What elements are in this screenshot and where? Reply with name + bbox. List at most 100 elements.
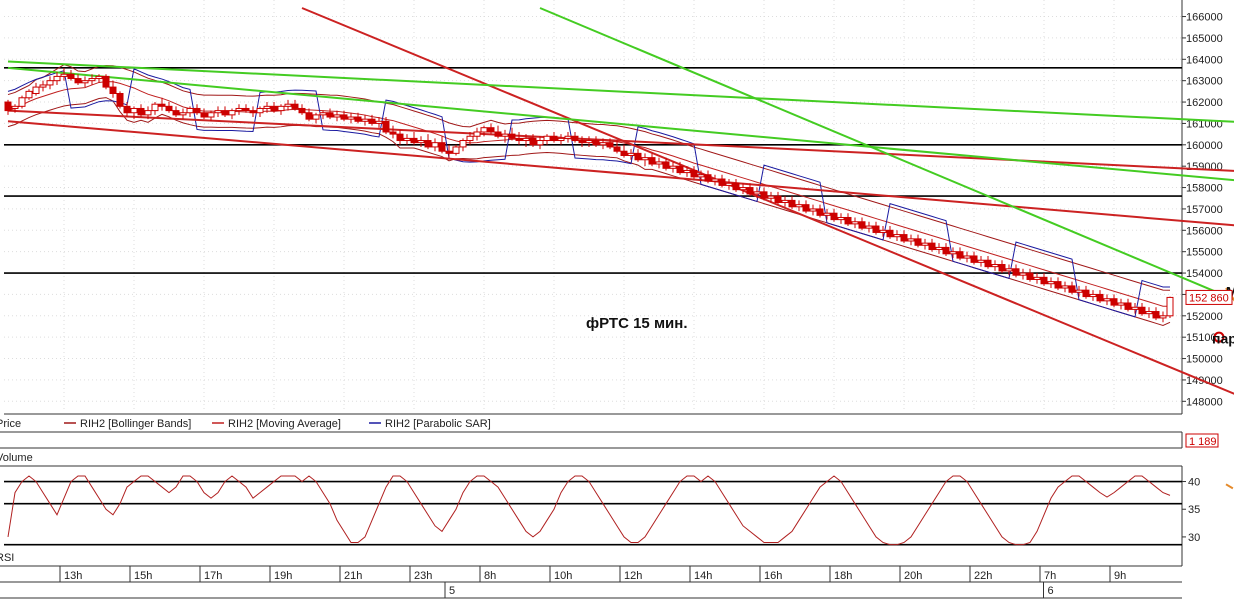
candle-body — [361, 118, 369, 122]
candle-body — [718, 178, 726, 186]
candle-body — [452, 146, 460, 154]
candle-body — [970, 255, 978, 263]
candle-body — [536, 140, 544, 146]
candle-body — [627, 152, 635, 156]
candle-body — [1012, 268, 1020, 276]
candle-body — [613, 146, 621, 152]
candle-body — [606, 142, 614, 148]
candle-body — [95, 75, 103, 80]
candle-body — [711, 178, 719, 182]
candle-body — [858, 221, 866, 229]
candle-body — [963, 255, 971, 259]
hour-label: 9h — [1114, 570, 1126, 582]
candle-body — [284, 103, 292, 107]
candle-body — [347, 116, 355, 120]
candle-body — [802, 204, 810, 212]
background — [0, 0, 1234, 601]
candle-body — [991, 264, 999, 268]
candle-body — [515, 137, 523, 142]
candle-body — [263, 105, 271, 109]
candle-body — [592, 140, 600, 146]
candle-body — [403, 137, 411, 142]
candle-body — [480, 127, 488, 133]
candle-body — [879, 229, 887, 233]
candle-body — [88, 78, 96, 82]
candle-body — [410, 137, 418, 144]
candle-body — [585, 140, 593, 144]
candle-body — [109, 86, 117, 95]
price-tick-label: 160000 — [1186, 140, 1223, 152]
candle-body — [732, 182, 740, 191]
candle-body — [746, 187, 754, 195]
candle-body — [487, 127, 495, 133]
rsi-tick-label: 35 — [1188, 504, 1200, 516]
candle-body — [1019, 272, 1027, 276]
candle-body — [494, 131, 502, 137]
candle-body — [550, 135, 558, 142]
candle-body — [914, 238, 922, 246]
candle-body — [4, 101, 12, 112]
hour-label: 18h — [834, 570, 852, 582]
candle-body — [1117, 302, 1125, 306]
candle-body — [655, 161, 663, 165]
candle-body — [851, 221, 859, 225]
candle-body — [522, 137, 530, 142]
candle-body — [228, 110, 236, 116]
candle-body — [998, 264, 1006, 272]
candle-body — [508, 133, 516, 139]
candle-body — [354, 116, 362, 122]
candle-body — [46, 80, 54, 86]
candle-body — [1047, 281, 1055, 285]
candle-body — [193, 107, 201, 114]
price-tick-label: 155000 — [1186, 247, 1223, 259]
day-label: 6 — [1048, 585, 1054, 597]
candle-body — [956, 251, 964, 259]
price-tick-label: 166000 — [1186, 12, 1223, 24]
candle-body — [662, 161, 670, 169]
rsi-tick-label: 40 — [1188, 477, 1200, 489]
candle-body — [823, 212, 831, 216]
candle-body — [11, 105, 19, 109]
candle-body — [529, 137, 537, 146]
candle-body — [1110, 298, 1118, 306]
last-price-label: 152 860 — [1189, 292, 1229, 304]
candle-body — [984, 259, 992, 268]
candle-body — [774, 195, 782, 204]
candle-body — [214, 110, 222, 114]
candle-body — [1159, 315, 1167, 319]
candle-body — [81, 80, 89, 84]
price-tick-label: 162000 — [1186, 97, 1223, 109]
candle-body — [312, 114, 320, 120]
candle-body — [816, 208, 824, 216]
candle-body — [242, 107, 250, 112]
candle-body — [795, 204, 803, 208]
candle-body — [634, 152, 642, 161]
candle-body — [690, 169, 698, 178]
candle-body — [571, 135, 579, 142]
candle-body — [886, 229, 894, 238]
candle-body — [1068, 285, 1076, 293]
price-tick-label: 148000 — [1186, 396, 1223, 408]
candle-body — [305, 112, 313, 120]
hour-label: 21h — [344, 570, 362, 582]
candle-body — [1131, 306, 1139, 310]
candle-body — [200, 112, 208, 118]
candle-body — [375, 120, 383, 124]
candle-body — [158, 103, 166, 107]
price-tick-label: 163000 — [1186, 76, 1223, 88]
price-tick-label: 159000 — [1186, 161, 1223, 173]
candle-body — [865, 225, 873, 229]
candle-body — [74, 78, 82, 84]
candle-body — [872, 225, 880, 233]
price-tick-label: 152000 — [1186, 311, 1223, 323]
candle-body — [1075, 289, 1083, 293]
candle-body — [1103, 298, 1111, 302]
legend-item: Price — [0, 418, 21, 430]
rsi-tick-label: 30 — [1188, 532, 1200, 544]
rsi-title: RSI — [0, 552, 14, 564]
candle-body — [942, 246, 950, 255]
candle-body — [298, 107, 306, 114]
candle-body — [620, 150, 628, 156]
candle-body — [326, 112, 334, 118]
candle-body — [725, 182, 733, 186]
